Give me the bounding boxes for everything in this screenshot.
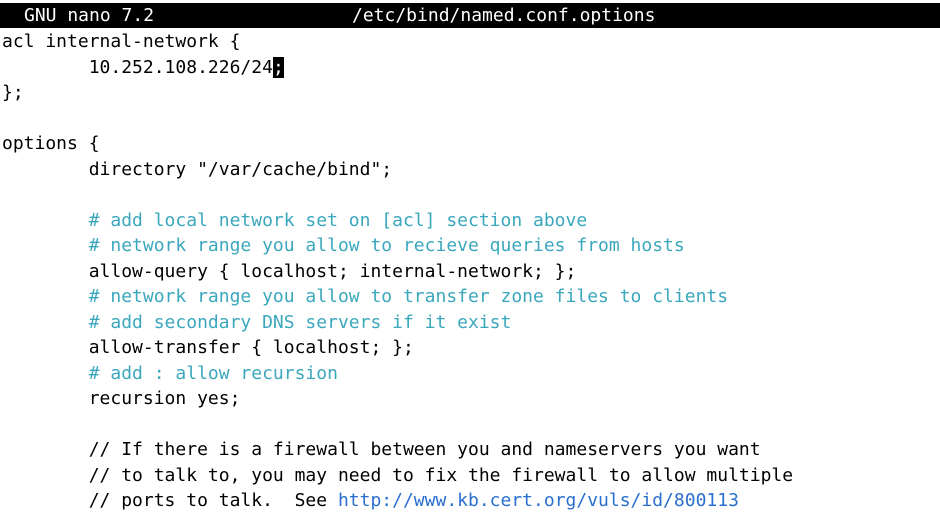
editor-line[interactable]: options { [2,131,940,157]
editor-line[interactable] [2,412,940,438]
editor-line[interactable]: 10.252.108.226/24; [2,55,940,81]
comment-line[interactable]: # add local network set on [acl] section… [2,208,940,234]
url-link[interactable]: http://www.kb.cert.org/vuls/id/800113 [338,490,739,511]
comment-line[interactable]: # add secondary DNS servers if it exist [2,310,940,336]
nano-title-bar: GNU nano 7.2 /etc/bind/named.conf.option… [0,3,940,28]
editor-line[interactable]: allow-query { localhost; internal-networ… [2,259,940,285]
editor-line[interactable]: // to talk to, you may need to fix the f… [2,463,940,489]
app-version-label: GNU nano 7.2 [24,5,155,26]
editor-line[interactable] [2,182,940,208]
editor-line[interactable] [2,106,940,132]
editor-line[interactable]: recursion yes; [2,386,940,412]
file-path-label: /etc/bind/named.conf.options [352,5,656,26]
nano-terminal: GNU nano 7.2 /etc/bind/named.conf.option… [0,0,940,520]
editor-line[interactable]: allow-transfer { localhost; }; [2,335,940,361]
text-cursor: ; [272,56,284,78]
editor-line[interactable]: }; [2,80,940,106]
line-text: 10.252.108.226/24 [2,56,273,78]
comment-line[interactable]: # network range you allow to transfer zo… [2,284,940,310]
editor-line[interactable]: directory "/var/cache/bind"; [2,157,940,183]
line-text: // ports to talk. See [2,490,338,511]
comment-line[interactable]: # network range you allow to recieve que… [2,233,940,259]
editor-text-area[interactable]: acl internal-network { 10.252.108.226/24… [2,29,940,514]
comment-line[interactable]: # add : allow recursion [2,361,940,387]
editor-line[interactable]: // If there is a firewall between you an… [2,437,940,463]
editor-line[interactable]: // ports to talk. See http://www.kb.cert… [2,488,940,514]
editor-line[interactable]: acl internal-network { [2,29,940,55]
